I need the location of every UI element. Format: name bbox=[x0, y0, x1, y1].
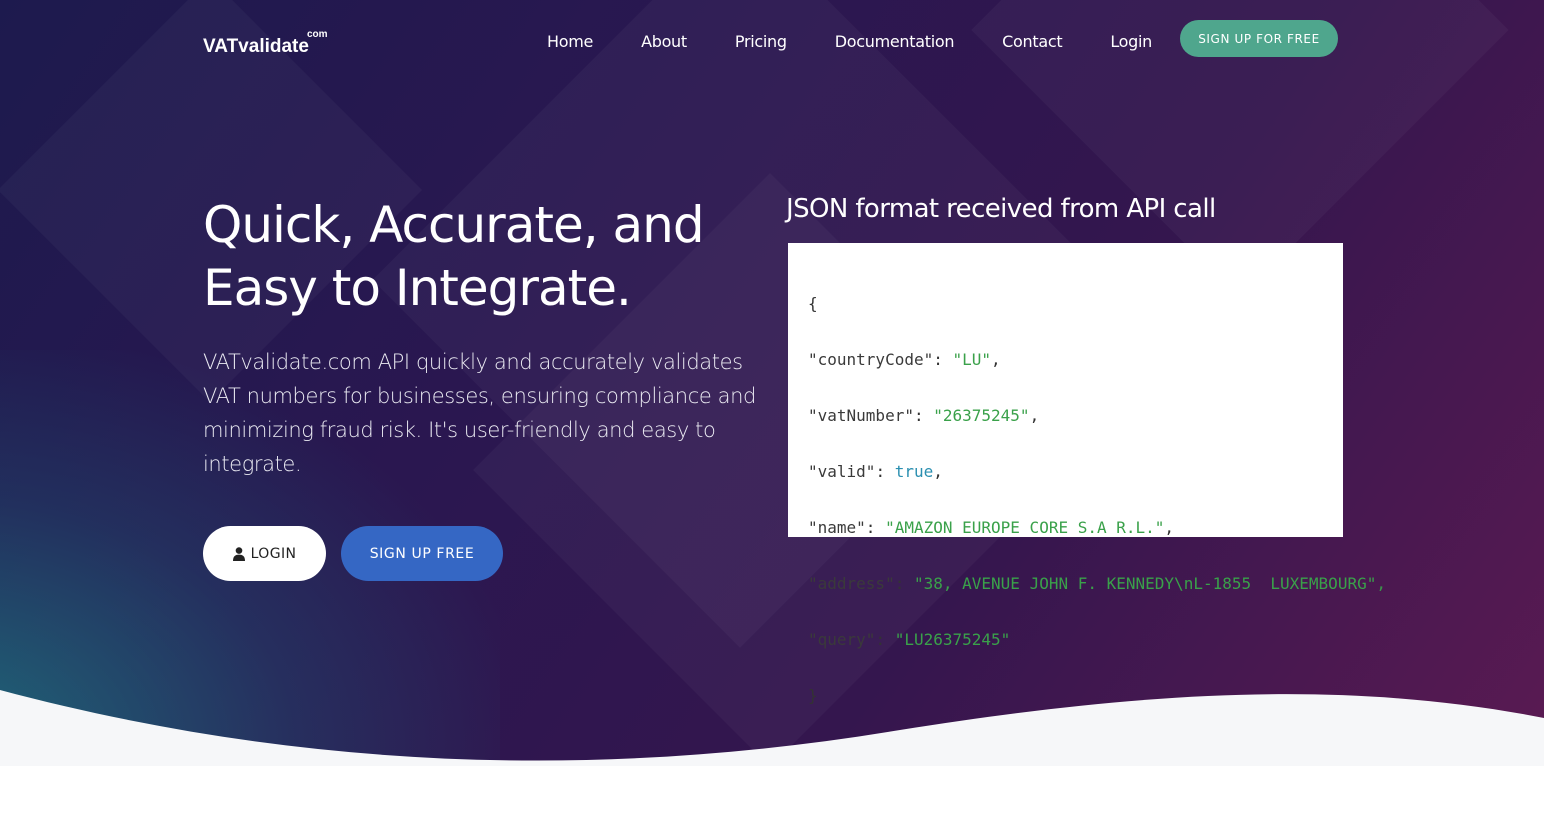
json-open-brace: { bbox=[808, 294, 818, 313]
main-nav: Home About Pricing Documentation Contact… bbox=[547, 32, 1200, 51]
headline-line-1: Quick, Accurate, and bbox=[203, 196, 705, 254]
hero-login-button[interactable]: LOGIN bbox=[203, 526, 326, 581]
hero-lead: VATvalidate.com API quickly and accurate… bbox=[203, 350, 756, 476]
json-line: "countryCode": "LU", bbox=[808, 350, 1001, 369]
json-line: "vatNumber": "26375245", bbox=[808, 406, 1040, 425]
nav-pricing[interactable]: Pricing bbox=[735, 32, 787, 51]
nav-documentation[interactable]: Documentation bbox=[835, 32, 955, 51]
json-code-block: { "countryCode": "LU", "vatNumber": "263… bbox=[808, 262, 1386, 738]
json-panel-title: JSON format received from API call bbox=[786, 194, 1216, 224]
json-close-brace: } bbox=[808, 686, 818, 705]
logo-text: VATvalidate bbox=[203, 36, 309, 57]
site-logo[interactable]: VATvalidatecom bbox=[203, 29, 328, 58]
json-line: "address": "38, AVENUE JOHN F. KENNEDY\n… bbox=[808, 574, 1386, 593]
login-label: LOGIN bbox=[250, 545, 297, 562]
page-below-hero bbox=[0, 766, 1544, 821]
nav-signup-button[interactable]: SIGN UP FOR FREE bbox=[1180, 20, 1338, 57]
nav-home[interactable]: Home bbox=[547, 32, 593, 51]
user-icon bbox=[232, 546, 245, 561]
nav-login[interactable]: Login bbox=[1110, 32, 1152, 51]
hero-headline: Quick, Accurate, and Easy to Integrate. bbox=[203, 194, 763, 320]
headline-line-2: Easy to Integrate. bbox=[203, 259, 632, 317]
hero-signup-button[interactable]: SIGN UP FREE bbox=[341, 526, 503, 581]
nav-about[interactable]: About bbox=[641, 32, 687, 51]
json-line: "name": "AMAZON EUROPE CORE S.A R.L.", bbox=[808, 518, 1175, 537]
nav-contact[interactable]: Contact bbox=[1002, 32, 1062, 51]
json-line: "valid": true, bbox=[808, 462, 943, 481]
logo-suffix: com bbox=[306, 28, 328, 40]
json-line: "query": "LU26375245" bbox=[808, 630, 1011, 649]
